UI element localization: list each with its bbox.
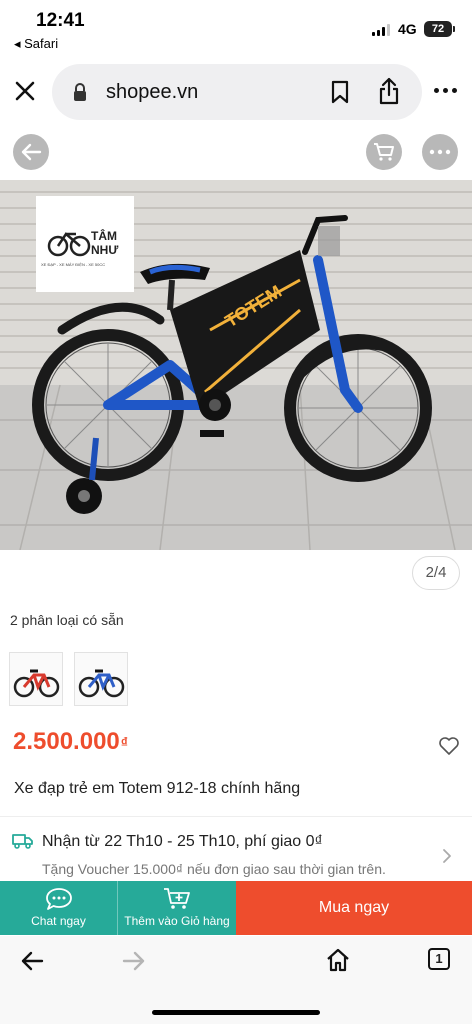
add-to-cart-icon: [164, 888, 190, 909]
url-text: shopee.vn: [106, 81, 199, 103]
buy-now-button[interactable]: Mua ngay: [236, 881, 472, 935]
dots-icon: [429, 149, 451, 155]
battery-icon: 72: [424, 21, 455, 37]
purchase-action-bar: Chat ngay Thêm vào Giỏ hàng Mua ngay: [0, 881, 472, 935]
share-icon[interactable]: [378, 77, 400, 105]
cart-button[interactable]: [366, 134, 402, 170]
cart-icon: [374, 143, 394, 161]
divider: [0, 816, 472, 817]
product-title: Xe đạp trẻ em Totem 912-18 chính hãng: [14, 780, 301, 797]
tabs-button[interactable]: 1: [428, 948, 450, 970]
back-to-safari-link[interactable]: ◂ Safari: [14, 36, 58, 52]
home-icon[interactable]: [326, 948, 350, 972]
logo-line2: NHƯ: [91, 243, 118, 257]
add-to-cart-label: Thêm vào Giỏ hàng: [124, 914, 230, 928]
image-counter: 2/4: [412, 556, 460, 590]
variant-thumb-red[interactable]: [9, 652, 63, 706]
logo-tagline: XE ĐẠP - XE MÁY ĐIỆN - XE 50CC: [41, 262, 105, 267]
add-to-cart-button[interactable]: Thêm vào Giỏ hàng: [117, 881, 236, 935]
network-type: 4G: [398, 21, 417, 37]
product-image[interactable]: TÂM NHƯ XE ĐẠP - XE MÁY ĐIỆN - XE 50CC T…: [0, 180, 472, 550]
logo-line1: TÂM: [91, 228, 117, 243]
shipping-estimate[interactable]: Nhận từ 22 Th10 - 25 Th10, phí giao 0₫: [42, 833, 323, 851]
browser-address-row: shopee.vn: [0, 62, 472, 120]
bicycle-red-thumbnail: [13, 669, 60, 698]
back-arrow-icon[interactable]: [20, 950, 44, 972]
signal-icon: [372, 24, 390, 36]
product-price: 2.500.000₫: [13, 728, 128, 755]
chat-icon: [45, 888, 72, 910]
heart-icon[interactable]: [438, 736, 460, 756]
currency-symbol: ₫: [120, 734, 128, 750]
variants-label: 2 phân loại có sẵn: [10, 612, 124, 628]
bookmark-icon[interactable]: [330, 80, 350, 104]
address-bar[interactable]: shopee.vn: [52, 64, 422, 120]
bicycle-photo: TÂM NHƯ XE ĐẠP - XE MÁY ĐIỆN - XE 50CC T…: [0, 180, 472, 550]
browser-toolbar: 1: [0, 936, 472, 1024]
home-indicator: [152, 1010, 320, 1015]
more-options-icon[interactable]: [434, 88, 457, 93]
chat-now-label: Chat ngay: [31, 914, 86, 928]
chat-now-button[interactable]: Chat ngay: [0, 881, 117, 935]
shipping-voucher-note: Tặng Voucher 15.000₫ nếu đơn giao sau th…: [42, 861, 386, 877]
truck-icon: [12, 834, 33, 849]
lock-icon: [74, 83, 86, 101]
back-button[interactable]: [13, 134, 49, 170]
close-icon[interactable]: [12, 78, 38, 104]
bicycle-blue-thumbnail: [78, 669, 125, 698]
status-bar: 12:41 ◂ Safari 4G 72: [0, 0, 472, 56]
status-time: 12:41: [36, 10, 85, 31]
variant-thumb-blue[interactable]: [74, 652, 128, 706]
forward-arrow-icon[interactable]: [122, 950, 146, 972]
chevron-right-icon[interactable]: [442, 848, 452, 864]
arrow-left-icon: [21, 143, 42, 161]
more-button[interactable]: [422, 134, 458, 170]
